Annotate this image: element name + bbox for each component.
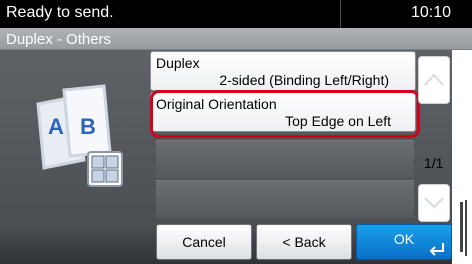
scroll-up-icon (424, 73, 444, 86)
back-button[interactable]: < Back (256, 224, 352, 260)
svg-text:B: B (80, 114, 96, 139)
option-duplex-label: Duplex (156, 55, 200, 71)
scroll-down-button[interactable] (418, 184, 450, 222)
status-bar: Ready to send. 10:10 (0, 0, 472, 28)
cancel-button[interactable]: Cancel (156, 224, 252, 260)
option-duplex[interactable]: Duplex 2-sided (Binding Left/Right) (150, 51, 416, 91)
status-message: Ready to send. (6, 4, 114, 21)
empty-option-row (156, 180, 414, 218)
figure-code-watermark (460, 200, 467, 256)
scroll-down-icon (424, 197, 444, 209)
option-duplex-value: 2-sided (Binding Left/Right) (219, 72, 389, 88)
enter-icon (429, 243, 444, 256)
callout-highlight-frame (150, 90, 420, 138)
empty-option-row (156, 140, 414, 178)
page-indicator: 1/1 (424, 155, 444, 171)
status-divider (340, 0, 341, 28)
screen-title-bar: Duplex - Others (0, 28, 472, 50)
scroll-up-button[interactable] (418, 56, 450, 104)
svg-text:A: A (48, 114, 64, 139)
duplex-document-icon: A B (36, 84, 123, 187)
screen-title: Duplex - Others (6, 31, 112, 48)
status-time: 10:10 (411, 4, 452, 21)
ok-button[interactable]: OK (356, 224, 452, 260)
